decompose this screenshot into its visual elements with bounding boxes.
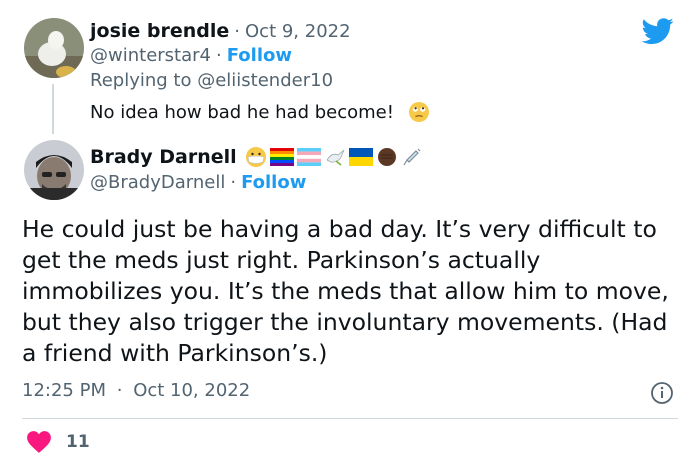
heart-icon[interactable]: [26, 430, 52, 454]
separator-dot: ·: [230, 172, 237, 193]
transgender-flag-icon: [296, 148, 321, 166]
replying-to-label: Replying to: [90, 70, 192, 91]
rainbow-flag-icon: [269, 148, 294, 166]
syringe-icon: [403, 148, 421, 166]
tweet-time: 12:25 PM: [22, 380, 106, 401]
parent-follow-button[interactable]: Follow: [227, 45, 292, 66]
mask-face-icon: [245, 147, 266, 167]
info-icon[interactable]: [650, 381, 674, 405]
parent-header: josie brendle · Oct 9, 2022: [90, 20, 351, 42]
name-emoji-row: [245, 146, 423, 168]
ukraine-flag-icon: [348, 148, 373, 166]
main-follow-button[interactable]: Follow: [241, 172, 306, 193]
parent-author-name[interactable]: josie brendle: [90, 20, 229, 42]
dove-icon: [326, 149, 345, 166]
rolling-eyes-face-icon: [408, 102, 429, 122]
main-handle-row: @BradyDarnell · Follow: [90, 172, 306, 193]
parent-text-content: No idea how bad he had become!: [90, 101, 394, 123]
tweet-timestamp[interactable]: 12:25 PM · Oct 10, 2022: [22, 380, 250, 401]
avatar-josie[interactable]: [24, 18, 84, 78]
separator-dot: ·: [215, 45, 222, 66]
raised-fist-icon: [377, 148, 396, 166]
main-handle[interactable]: @BradyDarnell: [90, 172, 225, 193]
like-count: 11: [66, 432, 90, 452]
parent-tweet-text: No idea how bad he had become!: [90, 101, 430, 123]
divider: [22, 418, 678, 419]
parent-date[interactable]: Oct 9, 2022: [245, 21, 351, 42]
avatar-brady[interactable]: [24, 140, 84, 200]
parent-handle[interactable]: @winterstar4: [90, 45, 211, 66]
separator-dot: ·: [116, 380, 123, 401]
replying-to-line: Replying to @eliistender10: [90, 70, 333, 91]
likes-row: 11: [26, 430, 90, 454]
thread-connector-line: [52, 84, 54, 134]
main-header: Brady Darnell: [90, 146, 423, 168]
parent-handle-row: @winterstar4 · Follow: [90, 45, 292, 66]
main-author-name[interactable]: Brady Darnell: [90, 146, 237, 168]
replying-to-handle[interactable]: @eliistender10: [197, 70, 333, 91]
main-tweet-text: He could just be having a bad day. It’s …: [22, 215, 669, 367]
twitter-bird-icon[interactable]: [640, 15, 676, 47]
tweet-date: Oct 10, 2022: [133, 380, 251, 401]
separator-dot: ·: [234, 20, 241, 42]
